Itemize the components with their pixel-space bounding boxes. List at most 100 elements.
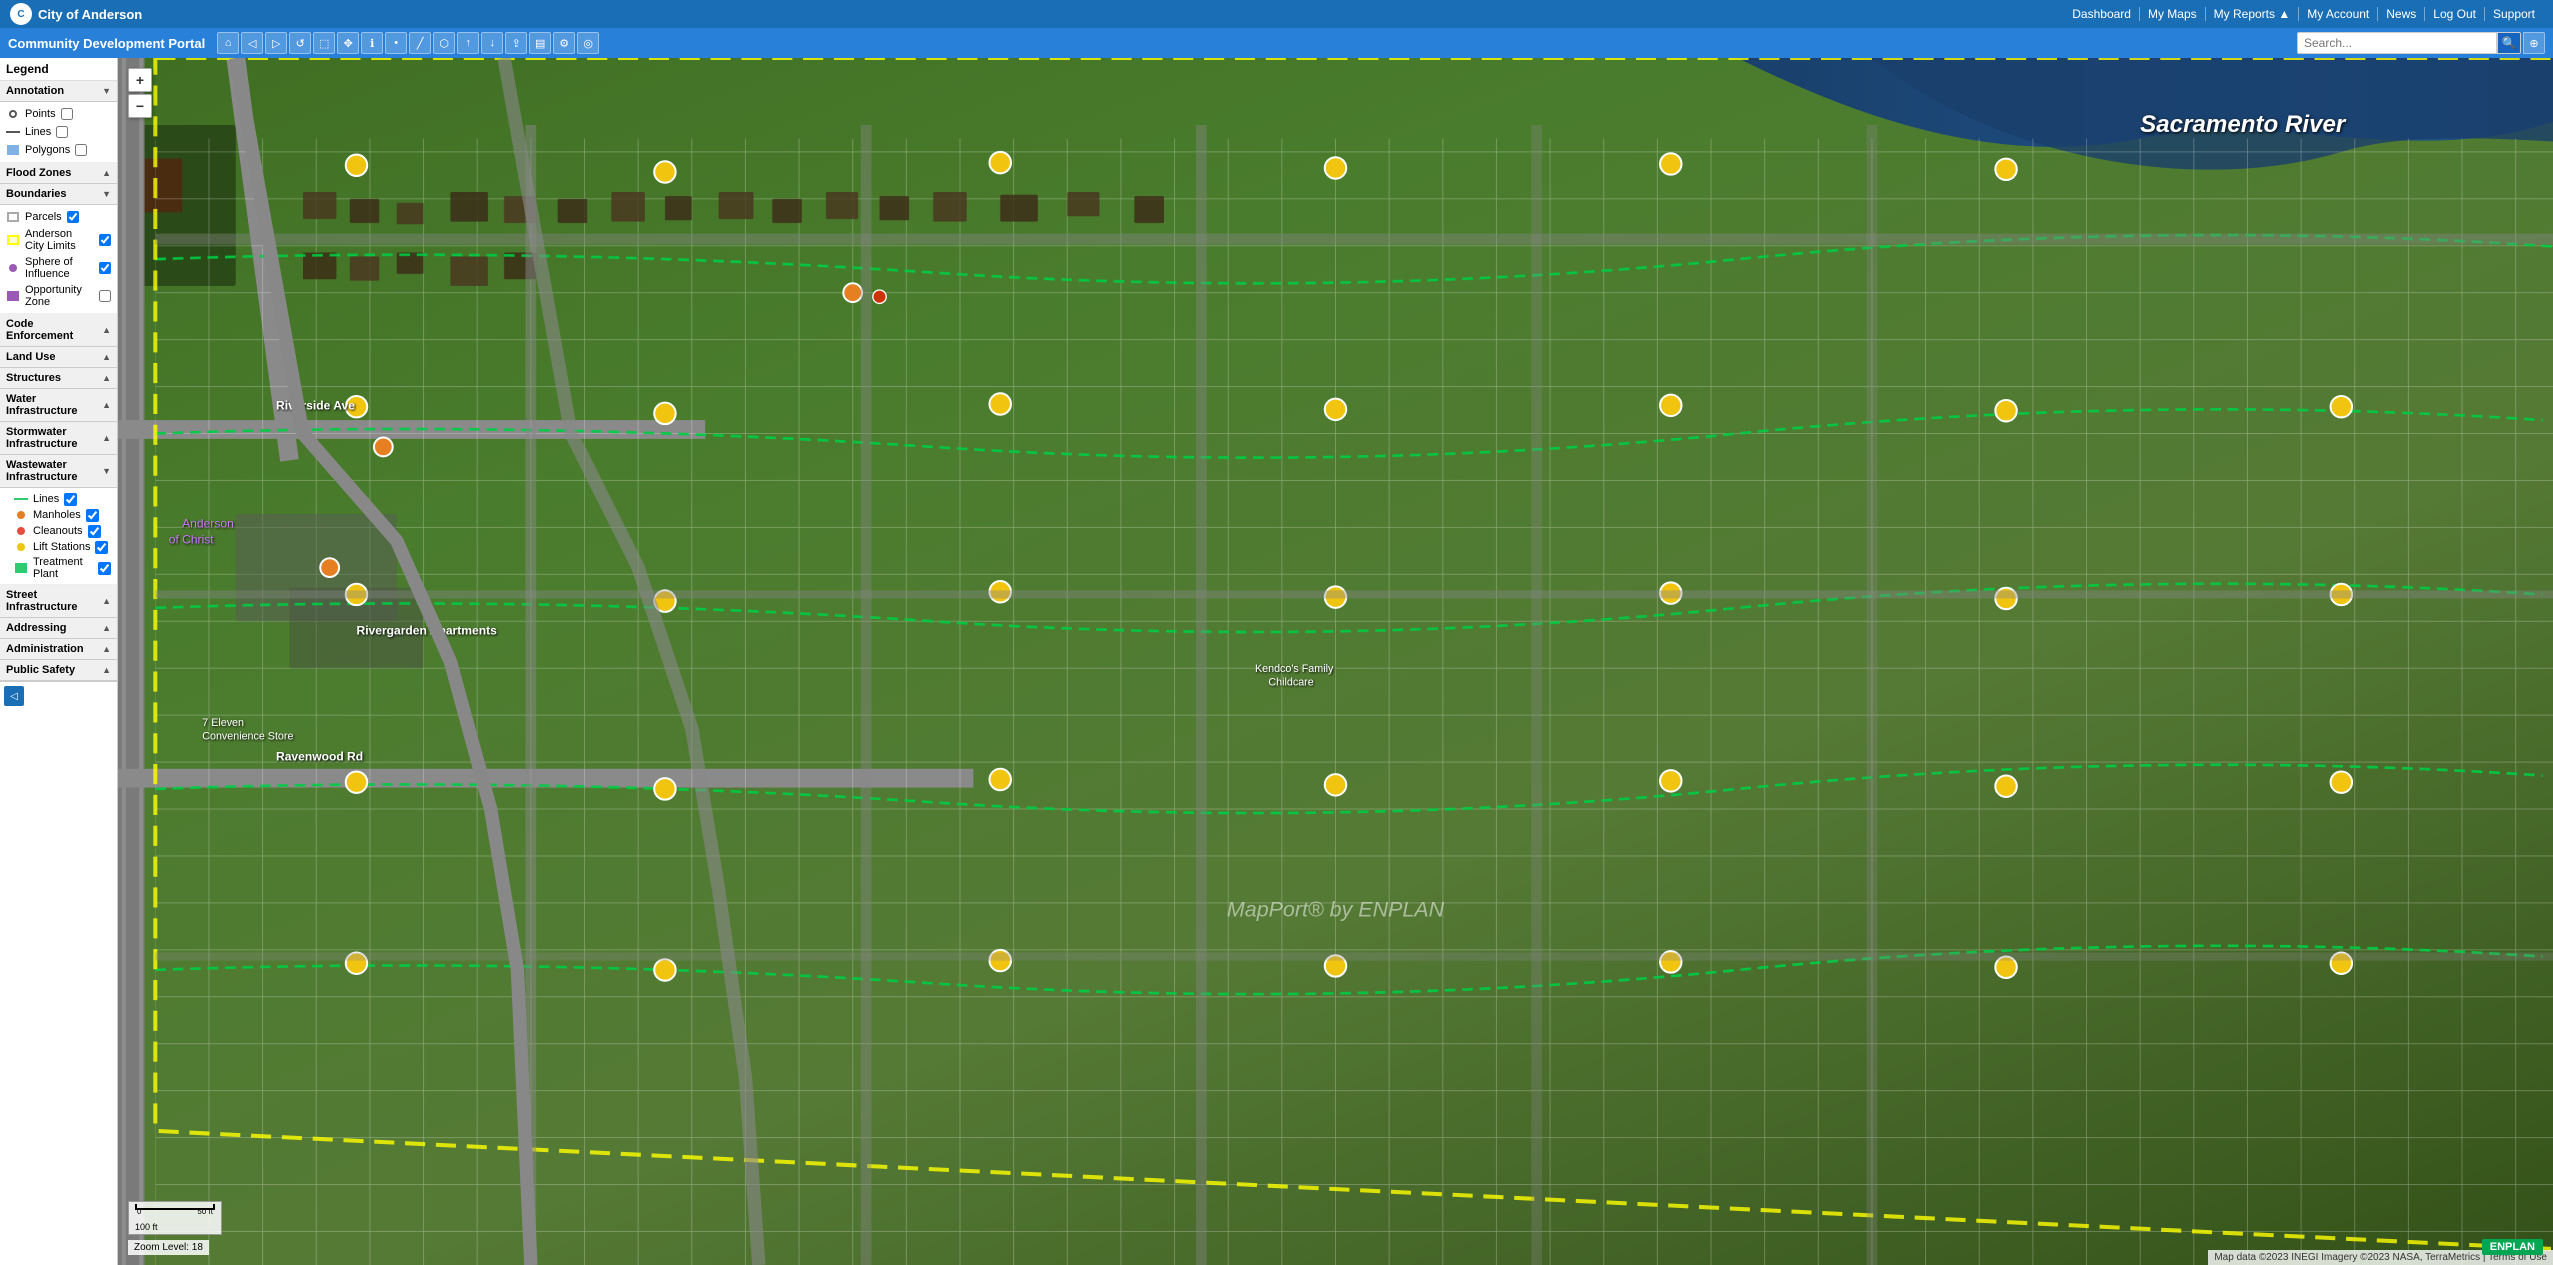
main-area: Legend Annotation ▼ Points Lines <box>0 58 2553 1265</box>
nav-support[interactable]: Support <box>2485 7 2543 21</box>
section-flood-zones-label: Flood Zones <box>6 167 71 179</box>
opportunity-zone-icon <box>6 289 20 303</box>
sidebar: Legend Annotation ▼ Points Lines <box>0 58 118 1265</box>
section-public-safety-label: Public Safety <box>6 664 75 676</box>
annotation-points-label: Points <box>25 108 56 120</box>
tool-pan[interactable]: ✥ <box>337 32 359 54</box>
svg-text:MapPort® by ENPLAN: MapPort® by ENPLAN <box>1227 897 1445 921</box>
sphere-of-influence-icon <box>6 261 20 275</box>
tool-download[interactable]: ↓ <box>481 32 503 54</box>
tool-settings[interactable]: ⚙ <box>553 32 575 54</box>
annotation-polygons-label: Polygons <box>25 144 70 156</box>
annotation-group: Points Lines Polygons <box>0 102 117 163</box>
wastewater-treatment-plant: Treatment Plant <box>6 555 111 581</box>
section-water-infrastructure-arrow: ▲ <box>102 400 111 410</box>
tool-home[interactable]: ⌂ <box>217 32 239 54</box>
enplan-badge: ENPLAN <box>2482 1239 2543 1255</box>
section-administration[interactable]: Administration ▲ <box>0 639 117 660</box>
section-boundaries-arrow: ▼ <box>102 189 111 199</box>
logo-area: C City of Anderson <box>10 3 142 25</box>
wastewater-cleanouts: Cleanouts <box>6 523 111 539</box>
tool-draw-line[interactable]: ╱ <box>409 32 431 54</box>
boundary-sphere-of-influence-checkbox[interactable] <box>99 262 111 274</box>
tool-refresh[interactable]: ↺ <box>289 32 311 54</box>
tool-back[interactable]: ◁ <box>241 32 263 54</box>
wastewater-lift-stations-checkbox[interactable] <box>95 541 108 554</box>
section-water-infrastructure[interactable]: Water Infrastructure ▲ <box>0 389 117 422</box>
nav-mymaps[interactable]: My Maps <box>2140 7 2206 21</box>
nav-logout[interactable]: Log Out <box>2425 7 2485 21</box>
section-structures-arrow: ▲ <box>102 373 111 383</box>
wastewater-lines-checkbox[interactable] <box>64 493 77 506</box>
section-public-safety-arrow: ▲ <box>102 665 111 675</box>
tool-forward[interactable]: ▷ <box>265 32 287 54</box>
boundary-parcels-checkbox[interactable] <box>67 211 79 223</box>
section-land-use[interactable]: Land Use ▲ <box>0 347 117 368</box>
tool-print[interactable]: ▤ <box>529 32 551 54</box>
section-addressing-arrow: ▲ <box>102 623 111 633</box>
wastewater-lines: Lines <box>6 491 111 507</box>
svg-text:of Christ: of Christ <box>169 532 215 546</box>
nav-dashboard[interactable]: Dashboard <box>2064 7 2140 21</box>
annotation-points: Points <box>6 105 111 123</box>
tool-upload[interactable]: ↑ <box>457 32 479 54</box>
nav-news[interactable]: News <box>2378 7 2425 21</box>
wastewater-manholes-checkbox[interactable] <box>86 509 99 522</box>
section-boundaries-label: Boundaries <box>6 188 67 200</box>
org-logo: C <box>10 3 32 25</box>
annotation-polygons-checkbox[interactable] <box>75 144 87 156</box>
tool-zoom-rect[interactable]: ⬚ <box>313 32 335 54</box>
section-structures[interactable]: Structures ▲ <box>0 368 117 389</box>
annotation-lines-label: Lines <box>25 126 51 138</box>
tool-share[interactable]: ⇪ <box>505 32 527 54</box>
boundary-opportunity-zone-checkbox[interactable] <box>99 290 111 302</box>
search-options-button[interactable]: ⊕ <box>2523 32 2545 54</box>
svg-text:Riverside Ave: Riverside Ave <box>276 398 355 412</box>
logo-letter: C <box>17 9 24 20</box>
boundary-sphere-of-influence-label: Sphere of Influence <box>25 256 94 280</box>
boundaries-group: Parcels Anderson City Limits Sphere of I… <box>0 205 117 314</box>
annotation-lines-checkbox[interactable] <box>56 126 68 138</box>
boundary-opportunity-zone-label: Opportunity Zone <box>25 284 94 308</box>
tool-draw-polygon[interactable]: ⬡ <box>433 32 455 54</box>
polygons-icon <box>6 143 20 157</box>
search-button[interactable]: 🔍 <box>2497 32 2521 54</box>
nav-myreports[interactable]: My Reports ▲ <box>2206 7 2300 21</box>
section-code-enforcement-arrow: ▲ <box>102 325 111 335</box>
nav-links: Dashboard My Maps My Reports ▲ My Accoun… <box>2064 7 2543 21</box>
section-public-safety[interactable]: Public Safety ▲ <box>0 660 117 681</box>
wastewater-lines-icon <box>14 492 28 506</box>
svg-text:Kendco's Family: Kendco's Family <box>1255 663 1334 675</box>
map-satellite-view: North St Riverside Ave Ravenwood Rd Rive… <box>118 58 2553 1265</box>
section-wastewater-infrastructure[interactable]: Wastewater Infrastructure ▼ <box>0 455 117 488</box>
section-street-infrastructure[interactable]: Street Infrastructure ▲ <box>0 585 117 618</box>
zoom-in-button[interactable]: + <box>128 68 152 92</box>
tool-draw-point[interactable]: • <box>385 32 407 54</box>
nav-myaccount[interactable]: My Account <box>2299 7 2378 21</box>
tool-identify[interactable]: ℹ <box>361 32 383 54</box>
boundary-opportunity-zone: Opportunity Zone <box>6 282 111 310</box>
boundary-anderson-city-limits-checkbox[interactable] <box>99 234 111 246</box>
wastewater-manholes-label: Manholes <box>33 509 81 521</box>
section-wastewater-infrastructure-arrow: ▼ <box>102 466 111 476</box>
collapse-sidebar-button[interactable]: ◁ <box>4 686 24 706</box>
cleanouts-icon <box>14 524 28 538</box>
section-boundaries[interactable]: Boundaries ▼ <box>0 184 117 205</box>
tool-locate[interactable]: ◎ <box>577 32 599 54</box>
wastewater-manholes: Manholes <box>6 507 111 523</box>
section-addressing[interactable]: Addressing ▲ <box>0 618 117 639</box>
section-code-enforcement[interactable]: Code Enforcement ▲ <box>0 314 117 347</box>
section-flood-zones[interactable]: Flood Zones ▲ <box>0 163 117 184</box>
section-administration-label: Administration <box>6 643 84 655</box>
annotation-points-checkbox[interactable] <box>61 108 73 120</box>
search-input[interactable] <box>2297 32 2497 54</box>
zoom-out-button[interactable]: − <box>128 94 152 118</box>
section-annotation[interactable]: Annotation ▼ <box>0 81 117 102</box>
wastewater-cleanouts-label: Cleanouts <box>33 525 83 537</box>
section-stormwater-infrastructure[interactable]: Stormwater Infrastructure ▲ <box>0 422 117 455</box>
svg-text:Ravenwood Rd: Ravenwood Rd <box>276 750 363 764</box>
map-container[interactable]: North St Riverside Ave Ravenwood Rd Rive… <box>118 58 2553 1265</box>
wastewater-cleanouts-checkbox[interactable] <box>88 525 101 538</box>
wastewater-treatment-plant-checkbox[interactable] <box>98 562 111 575</box>
section-annotation-arrow: ▼ <box>102 86 111 96</box>
